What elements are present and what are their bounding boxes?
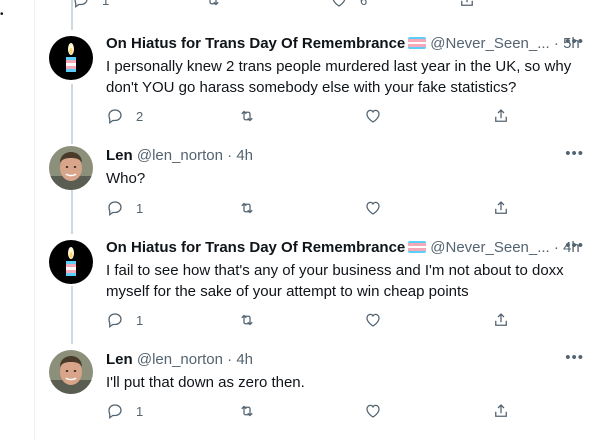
top-partial-actions: 1 6 [72, 0, 584, 10]
reply-count: 1 [102, 0, 110, 8]
tweet-4[interactable]: Len @len_norton · 4h ••• I'll put that d… [34, 350, 600, 430]
share-icon [495, 313, 507, 326]
share-button[interactable] [492, 401, 510, 421]
more-icon[interactable]: ••• [565, 350, 584, 366]
share-icon [495, 404, 507, 417]
author-name[interactable]: On Hiatus for Trans Day Of Remembrance [106, 35, 405, 52]
tweet-2[interactable]: Len @len_norton · 4h ••• Who? 1 [34, 146, 600, 226]
like-button[interactable] [364, 106, 382, 126]
tweet-actions: 1 [106, 310, 584, 330]
left-rail: • [0, 0, 35, 440]
more-icon[interactable]: ••• [565, 146, 584, 162]
avatar[interactable] [49, 240, 93, 284]
like-icon [366, 313, 380, 327]
share-icon [461, 0, 473, 6]
retweet-icon [241, 405, 253, 417]
tweet-1[interactable]: On Hiatus for Trans Day Of Remembrance @N… [34, 34, 600, 134]
retweet-button[interactable] [204, 0, 222, 10]
tweet-text: Who? [106, 170, 146, 187]
timestamp[interactable]: 4h [236, 147, 253, 164]
trans-flag-icon [408, 37, 427, 49]
retweet-button[interactable] [238, 310, 256, 330]
tweet-text: I personally knew 2 trans people murdere… [106, 58, 572, 96]
author-name[interactable]: Len [106, 147, 133, 164]
like-count: 6 [360, 0, 368, 8]
trans-flag-icon [408, 241, 427, 253]
separator-dot: · [227, 351, 233, 368]
reply-count: 1 [136, 312, 144, 328]
more-icon[interactable]: ••• [565, 34, 584, 50]
retweet-button[interactable] [238, 401, 256, 421]
more-icon[interactable]: ••• [565, 238, 584, 254]
author-name[interactable]: On Hiatus for Trans Day Of Remembrance [106, 239, 405, 256]
share-button[interactable] [492, 106, 510, 126]
retweet-button[interactable] [238, 198, 256, 218]
author-handle[interactable]: @len_norton [137, 147, 223, 164]
share-icon [495, 201, 507, 214]
tweet-actions: 1 [106, 401, 584, 421]
edge-glyph: • [0, 9, 4, 20]
separator-dot: · [553, 35, 559, 52]
reply-icon [108, 313, 122, 329]
person-avatar-icon [49, 350, 93, 394]
like-button[interactable] [364, 198, 382, 218]
tweet-header: On Hiatus for Trans Day Of Remembrance @N… [106, 238, 584, 258]
timestamp[interactable]: 4h [236, 351, 253, 368]
author-name[interactable]: Len [106, 351, 133, 368]
tweet-header: On Hiatus for Trans Day Of Remembrance @N… [106, 34, 584, 54]
reply-button[interactable]: 2 [106, 106, 143, 126]
tweet-3[interactable]: On Hiatus for Trans Day Of Remembrance @N… [34, 238, 600, 338]
tweet-header: Len @len_norton · 4h ••• [106, 146, 584, 166]
reply-button[interactable]: 1 [106, 310, 143, 330]
author-handle[interactable]: @Never_Seen_... [430, 239, 549, 256]
retweet-icon [241, 110, 253, 122]
reply-count: 2 [136, 108, 144, 124]
reply-icon [74, 0, 88, 9]
like-button[interactable]: 6 [330, 0, 367, 10]
reply-count: 1 [136, 403, 144, 419]
reply-icon [108, 404, 122, 420]
like-icon [366, 109, 380, 123]
share-button[interactable] [458, 0, 476, 10]
share-button[interactable] [492, 198, 510, 218]
like-button[interactable] [364, 401, 382, 421]
reply-count: 1 [136, 200, 144, 216]
author-handle[interactable]: @Never_Seen_... [430, 35, 549, 52]
person-avatar-icon [49, 146, 93, 190]
retweet-icon [241, 202, 253, 214]
avatar[interactable] [49, 36, 93, 80]
tweet-text: I'll put that down as zero then. [106, 374, 305, 391]
like-icon [366, 404, 380, 418]
separator-dot: · [227, 147, 233, 164]
tweet-header: Len @len_norton · 4h ••• [106, 350, 584, 370]
reply-button[interactable]: 1 [106, 401, 143, 421]
retweet-button[interactable] [238, 106, 256, 126]
candle-avatar-icon [49, 36, 93, 80]
tweet-text: I fail to see how that's any of your bus… [106, 262, 564, 300]
like-icon [366, 201, 380, 215]
reply-icon [108, 201, 122, 217]
tweet-actions: 1 [106, 198, 584, 218]
reply-button[interactable]: 1 [106, 198, 143, 218]
like-button[interactable] [364, 310, 382, 330]
avatar[interactable] [49, 350, 93, 394]
reply-icon [108, 109, 122, 125]
tweet-actions: 2 [106, 106, 584, 126]
share-button[interactable] [492, 310, 510, 330]
reply-button[interactable]: 1 [72, 0, 109, 10]
retweet-icon [209, 0, 219, 6]
avatar[interactable] [49, 146, 93, 190]
like-icon [332, 0, 346, 7]
separator-dot: · [553, 239, 559, 256]
retweet-icon [241, 314, 253, 326]
share-icon [495, 109, 507, 122]
candle-avatar-icon [49, 240, 93, 284]
author-handle[interactable]: @len_norton [137, 351, 223, 368]
